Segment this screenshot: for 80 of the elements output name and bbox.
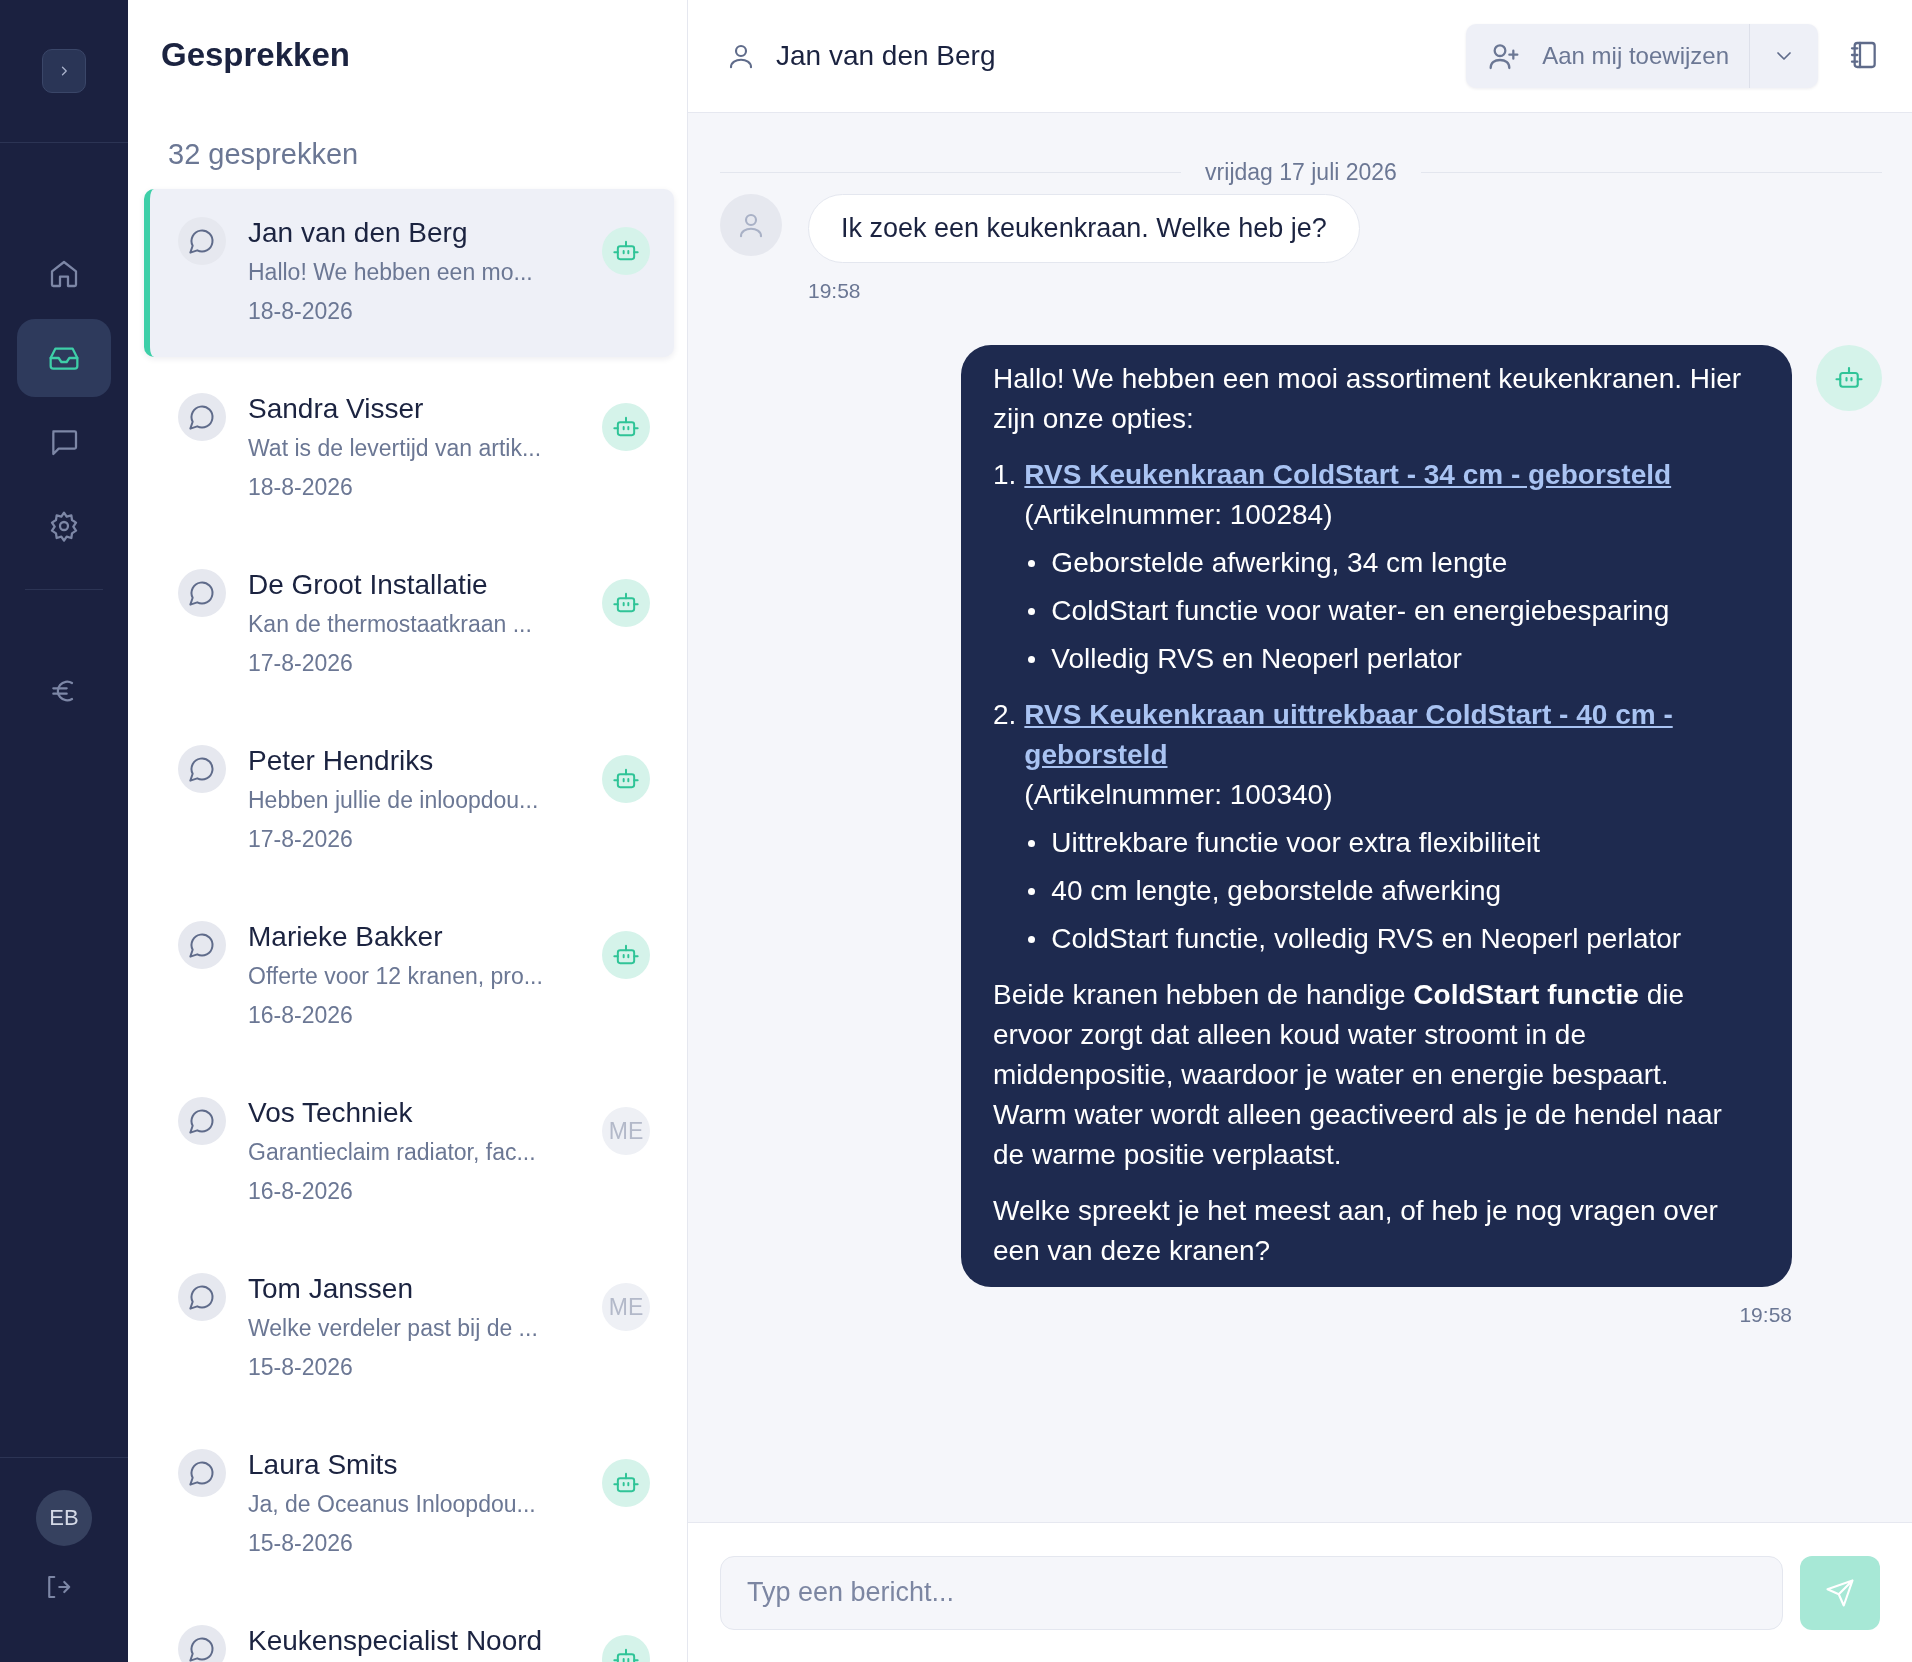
contact-name: Keukenspecialist Noord (248, 1624, 544, 1658)
message-preview: Garantieclaim radiator, fac... (248, 1139, 537, 1166)
bullet-text: ColdStart functie voor water- en energiebesparing (1051, 594, 1670, 628)
message-input[interactable]: Typ een bericht... (720, 1555, 1783, 1630)
conversation-date: 16-8-2026 (248, 1002, 354, 1029)
conversation-date: 17-8-2026 (248, 650, 354, 677)
home-icon (48, 258, 80, 290)
conversation-item[interactable]: Tom Janssen Welke verdeler past bij de ... 15-8-2026 ME (144, 1245, 674, 1413)
list-number: 2. (993, 698, 1017, 732)
conversation-date: 17-8-2026 (248, 826, 354, 853)
date-divider: vrijdag 17 juli 2026 (1205, 159, 1397, 186)
message-paragraph: Welke spreekt je het meest aan, of heb je nog vragen over een van deze kranen? (993, 1194, 1719, 1268)
contact-name: Jan van den Berg (248, 216, 469, 250)
conversation-date: 15-8-2026 (248, 1530, 354, 1557)
chat-bubble-icon (178, 1273, 226, 1321)
bullet-icon (1028, 559, 1036, 567)
chat-contact-name: Jan van den Berg (776, 40, 997, 72)
bullet-text: Volledig RVS en Neoperl perlator (1051, 642, 1462, 676)
assign-button[interactable]: Aan mij toewijzen (1466, 24, 1750, 88)
panel-title: Gesprekken (160, 35, 351, 74)
send-icon (1825, 1577, 1855, 1608)
chat-bubble-icon (178, 1097, 226, 1145)
bullet-icon (1028, 935, 1036, 943)
user-avatar[interactable]: EB (36, 1490, 92, 1546)
bullet-icon (1028, 887, 1036, 895)
bullet-icon (1028, 655, 1036, 663)
contact-name: Peter Hendriks (248, 744, 435, 778)
conversation-item[interactable]: De Groot Installatie Kan de thermostaatkraan ... 17-8-2026 (144, 541, 674, 709)
message-paragraph: Hallo! We hebben een mooi assortiment keukenkranen. Hier zijn onze opties: (993, 362, 1743, 436)
product-link[interactable]: RVS Keukenkraan ColdStart - 34 cm - geborsteld (1024, 455, 1672, 495)
contact-name: Tom Janssen (248, 1272, 414, 1306)
contact-name: Sandra Visser (248, 392, 425, 426)
bullet-icon (1028, 607, 1036, 615)
contact-name: Marieke Bakker (248, 920, 444, 954)
message-preview: Hebben jullie de inloopdou... (248, 787, 540, 814)
bullet-text: ColdStart functie, volledig RVS en Neoperl perlator (1051, 922, 1682, 956)
nav-item[interactable] (17, 319, 111, 397)
article-number: (Artikelnummer: 100340) (1024, 779, 1333, 810)
list-number: 1. (993, 458, 1017, 492)
chat-bubble-icon (178, 1449, 226, 1497)
conversation-item[interactable]: Peter Hendriks Hebben jullie de inloopdou... 17-8-2026 (144, 717, 674, 885)
chat-bubble-icon (178, 217, 226, 265)
article-number: (Artikelnummer: 100284) (1024, 499, 1333, 530)
product-link[interactable]: RVS Keukenkraan uittrekbaar ColdStart - 40 cm - geborsteld (1024, 695, 1748, 775)
message-preview: Ja, de Oceanus Inloopdou... (248, 1491, 537, 1518)
chat-bubble-icon (178, 921, 226, 969)
conversation-item[interactable]: Jan van den Berg Hallo! We hebben een mo... 18-8-2026 (144, 189, 674, 357)
chat-bubble-icon (178, 1625, 226, 1662)
conversation-date: 18-8-2026 (248, 298, 354, 325)
message-preview: Offerte voor 12 kranen, pro... (248, 963, 544, 990)
conversation-item[interactable]: Marieke Bakker Offerte voor 12 kranen, pro... 16-8-2026 (144, 893, 674, 1061)
conversation-count: 32 gesprekken (167, 137, 360, 171)
message-preview: Welke verdeler past bij de ... (248, 1315, 539, 1342)
agent-initials: ME (602, 1283, 650, 1331)
message-preview: Kan de thermostaatkraan ... (248, 611, 533, 638)
conversation-item[interactable]: Vos Techniek Garantieclaim radiator, fac... 16-8-2026 ME (144, 1069, 674, 1237)
chat-bubble-icon (178, 745, 226, 793)
conversation-item[interactable]: Sandra Visser Wat is de levertijd van artik... 18-8-2026 (144, 365, 674, 533)
conversation-item[interactable]: Keukenspecialist Noord (144, 1597, 674, 1662)
contact-name: Laura Smits (248, 1448, 399, 1482)
bullet-text: Uittrekbare functie voor extra flexibiliteit (1051, 826, 1540, 860)
conversation-item[interactable]: Laura Smits Ja, de Oceanus Inloopdou... 15-8-2026 (144, 1421, 674, 1589)
message-time: 19:58 (808, 279, 862, 303)
contact-name: De Groot Installatie (248, 568, 489, 602)
agent-initials: ME (602, 1107, 650, 1155)
chat-bubble-icon (178, 393, 226, 441)
customer-message: Ik zoek een keukenkraan. Welke heb je? (808, 194, 1360, 263)
bullet-text: Geborstelde afwerking, 34 cm lengte (1051, 546, 1508, 580)
settings-icon (48, 510, 80, 542)
contact-name: Vos Techniek (248, 1096, 414, 1130)
message-preview: Hallo! We hebben een mo... (248, 259, 534, 286)
bullet-text: 40 cm lengte, geborstelde afwerking (1051, 874, 1502, 908)
message-time: 19:58 (1738, 1303, 1792, 1327)
conversation-date: 15-8-2026 (248, 1354, 354, 1381)
message-paragraph: Beide kranen hebben de handige ColdStart functie die ervoor zorgt dat alleen koud water stroomt in de middenpositie, waardoor je water en energie bespaart. Warm water wordt alleen geactiveerd als je de hendel naar de warme positie verplaatst. (993, 978, 1723, 1172)
conversation-date: 16-8-2026 (248, 1178, 354, 1205)
conversation-date: 18-8-2026 (248, 474, 354, 501)
message-preview: Wat is de levertijd van artik... (248, 435, 543, 462)
bullet-icon (1028, 839, 1036, 847)
chat-bubble-icon (178, 569, 226, 617)
